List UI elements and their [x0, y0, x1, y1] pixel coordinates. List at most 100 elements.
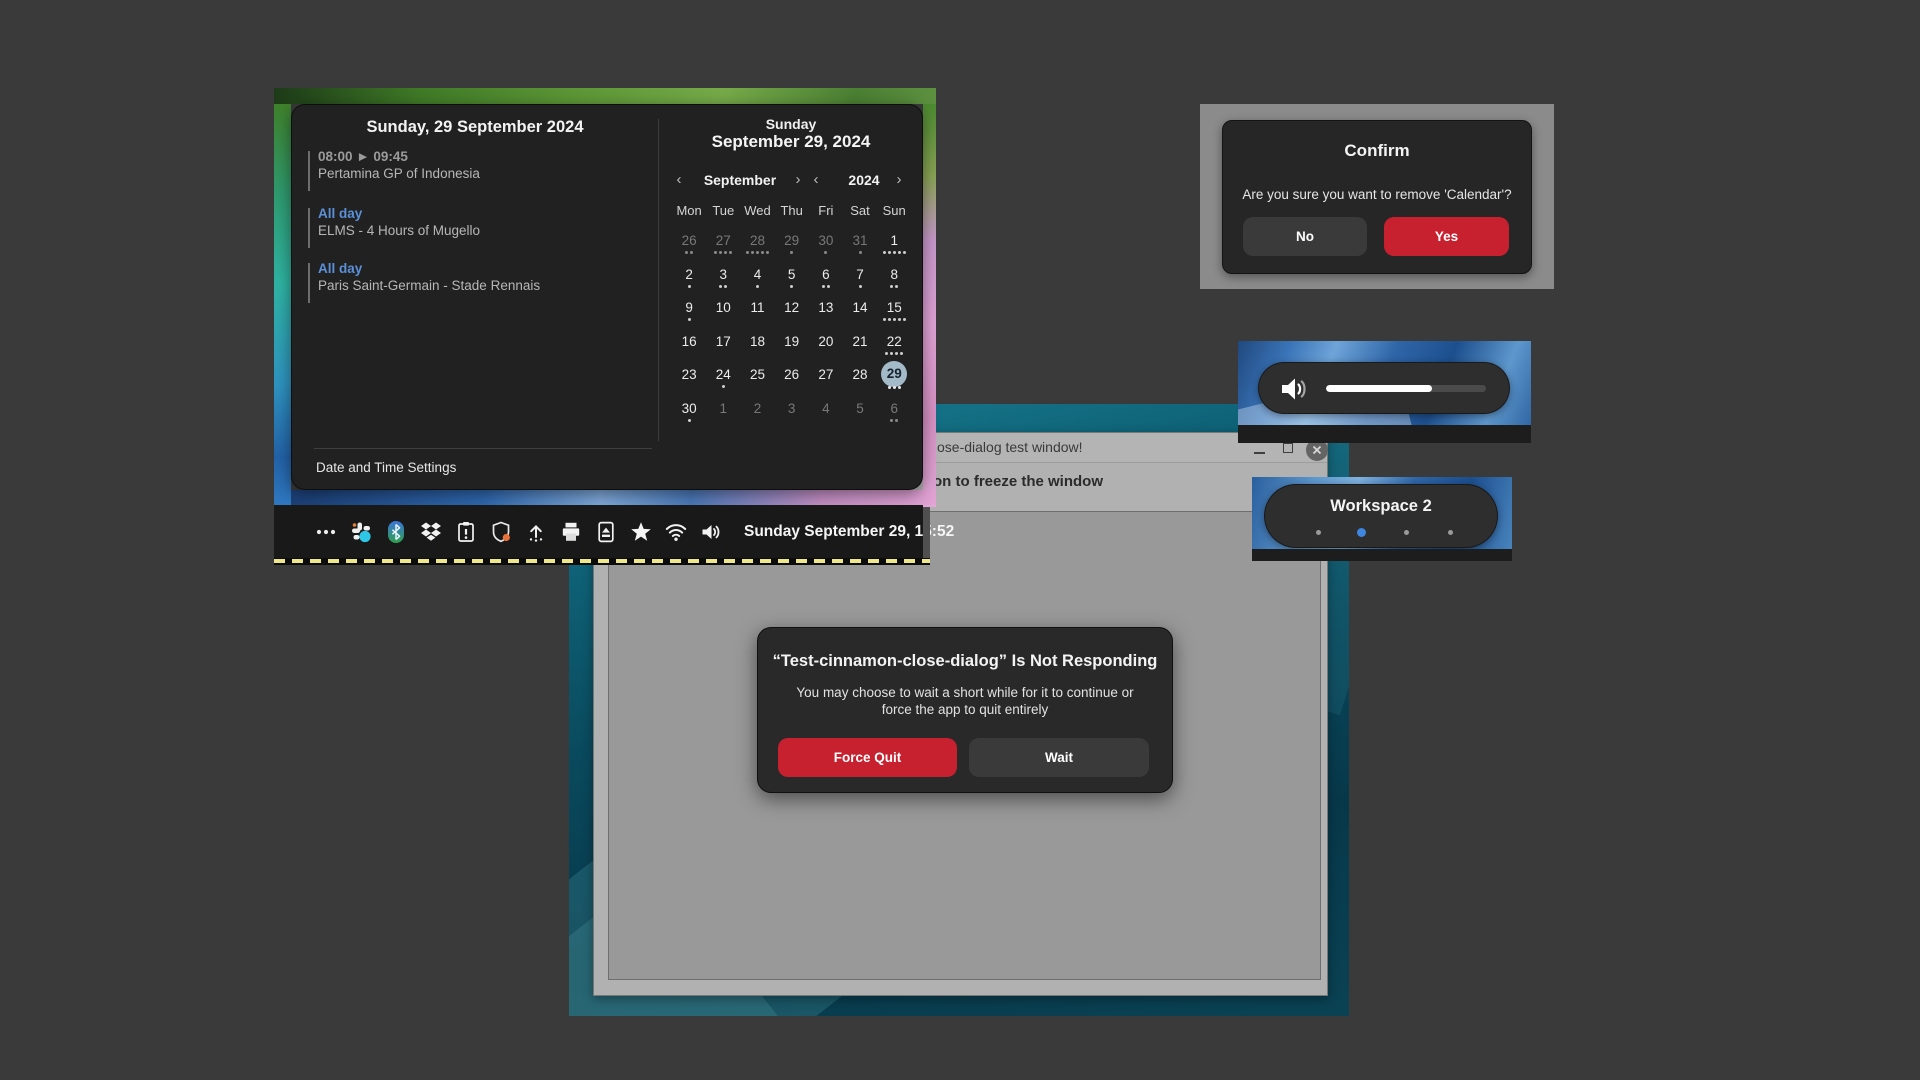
show-desktop-strip[interactable] — [923, 507, 930, 558]
calendar-day[interactable]: 9 — [672, 294, 706, 328]
tray-activity-icon[interactable] — [349, 520, 373, 544]
wifi-icon[interactable] — [664, 520, 688, 544]
calendar-day[interactable]: 4 — [809, 395, 843, 429]
event-dots — [809, 419, 843, 423]
calendar-day[interactable]: 23 — [672, 361, 706, 395]
calendar-day[interactable]: 25 — [740, 361, 774, 395]
calendar-day[interactable]: 21 — [843, 328, 877, 362]
maximize-button[interactable] — [1283, 443, 1293, 453]
calendar-day[interactable]: 13 — [809, 294, 843, 328]
calendar-day[interactable]: 26 — [775, 361, 809, 395]
force-quit-button[interactable]: Force Quit — [778, 738, 957, 777]
upload-arrow-icon[interactable] — [524, 520, 548, 544]
next-year-button[interactable]: › — [891, 171, 907, 188]
star-icon[interactable] — [629, 520, 653, 544]
calendar-day[interactable]: 1 — [877, 227, 911, 261]
day-number: 30 — [681, 400, 697, 416]
event-dots — [740, 385, 774, 389]
day-number: 4 — [822, 400, 830, 416]
dialog-message-line1: You may choose to wait a short while for… — [796, 685, 1134, 700]
day-number: 31 — [852, 233, 868, 248]
document-eject-icon[interactable] — [594, 520, 618, 544]
calendar-day[interactable]: 30 — [672, 395, 706, 429]
calendar-day[interactable]: 4 — [740, 261, 774, 295]
calendar-day[interactable]: 10 — [706, 294, 740, 328]
bluetooth-icon[interactable] — [384, 520, 408, 544]
event-dots — [706, 251, 740, 255]
event-item[interactable]: 08:00 ► 09:45 Pertamina GP of Indonesia — [308, 149, 644, 193]
calendar-day[interactable]: 17 — [706, 328, 740, 362]
calendar-day[interactable]: 6 — [809, 261, 843, 295]
calendar-day[interactable]: 18 — [740, 328, 774, 362]
calendar-day[interactable]: 20 — [809, 328, 843, 362]
day-number: 26 — [784, 367, 800, 383]
event-dots — [843, 419, 877, 423]
next-month-button[interactable]: › — [790, 171, 806, 188]
calendar-day[interactable]: 5 — [843, 395, 877, 429]
day-number: 12 — [784, 300, 800, 316]
calendar-day[interactable]: 29 — [877, 361, 911, 395]
calendar-day[interactable]: 19 — [775, 328, 809, 362]
day-number: 18 — [749, 333, 765, 349]
prev-month-button[interactable]: ‹ — [671, 171, 687, 188]
minimize-button[interactable] — [1254, 452, 1265, 454]
calendar-day[interactable]: 1 — [706, 395, 740, 429]
calendar-day[interactable]: 24 — [706, 361, 740, 395]
calendar-day[interactable]: 2 — [672, 261, 706, 295]
event-item[interactable]: All day Paris Saint-Germain - Stade Renna… — [308, 261, 644, 305]
volume-icon[interactable] — [699, 520, 723, 544]
day-number: 1 — [719, 400, 728, 416]
calendar-day[interactable]: 28 — [740, 227, 774, 261]
calendar-day[interactable]: 28 — [843, 361, 877, 395]
calendar-day[interactable]: 15 — [877, 294, 911, 328]
no-button[interactable]: No — [1243, 217, 1367, 256]
wait-button[interactable]: Wait — [969, 738, 1149, 777]
calendar-day[interactable]: 6 — [877, 395, 911, 429]
calendar-day[interactable]: 8 — [877, 261, 911, 295]
calendar-day[interactable]: 3 — [775, 395, 809, 429]
calendar-day[interactable]: 29 — [775, 227, 809, 261]
calendar-day[interactable]: 12 — [775, 294, 809, 328]
yes-button[interactable]: Yes — [1384, 217, 1509, 256]
date-time-settings-link[interactable]: Date and Time Settings — [316, 460, 456, 475]
calendar-day[interactable]: 7 — [843, 261, 877, 295]
volume-slider-fill — [1326, 385, 1432, 392]
printer-icon[interactable] — [559, 520, 583, 544]
clipboard-alert-icon[interactable] — [454, 520, 478, 544]
calendar-popup: Sunday, 29 September 2024 08:00 ► 09:45 P… — [291, 104, 923, 490]
event-dots — [706, 419, 740, 423]
event-dots — [706, 318, 740, 322]
calendar-day[interactable]: 5 — [775, 261, 809, 295]
calendar-day[interactable]: 3 — [706, 261, 740, 295]
workspace-dot — [1448, 530, 1453, 535]
calendar-day[interactable]: 2 — [740, 395, 774, 429]
event-dots — [809, 318, 843, 322]
event-dots — [775, 318, 809, 322]
calendar-day[interactable]: 22 — [877, 328, 911, 362]
calendar-day[interactable]: 16 — [672, 328, 706, 362]
event-item[interactable]: All day ELMS - 4 Hours of Mugello — [308, 206, 644, 250]
day-number: 30 — [818, 233, 834, 248]
dropbox-icon[interactable] — [419, 520, 443, 544]
weekday-label: Sun — [882, 203, 906, 218]
day-number: 25 — [749, 367, 765, 383]
event-dots — [740, 352, 774, 356]
event-dots — [775, 419, 809, 423]
workspace-dot-active — [1357, 528, 1366, 537]
calendar-day[interactable]: 31 — [843, 227, 877, 261]
calendar-day[interactable]: 26 — [672, 227, 706, 261]
event-dots — [877, 418, 911, 423]
shield-alert-icon[interactable] — [489, 520, 513, 544]
calendar-day[interactable]: 27 — [706, 227, 740, 261]
calendar-day[interactable]: 11 — [740, 294, 774, 328]
workspace-title: Workspace 2 — [1330, 497, 1432, 515]
calendar-day[interactable]: 30 — [809, 227, 843, 261]
event-dots — [672, 318, 706, 322]
day-number: 8 — [890, 266, 898, 282]
dialog-message-line2: force the app to quit entirely — [881, 702, 1049, 717]
event-dots — [706, 385, 740, 389]
menu-dots-icon[interactable] — [314, 520, 338, 544]
prev-year-button[interactable]: ‹ — [808, 171, 824, 188]
calendar-day[interactable]: 27 — [809, 361, 843, 395]
calendar-day[interactable]: 14 — [843, 294, 877, 328]
